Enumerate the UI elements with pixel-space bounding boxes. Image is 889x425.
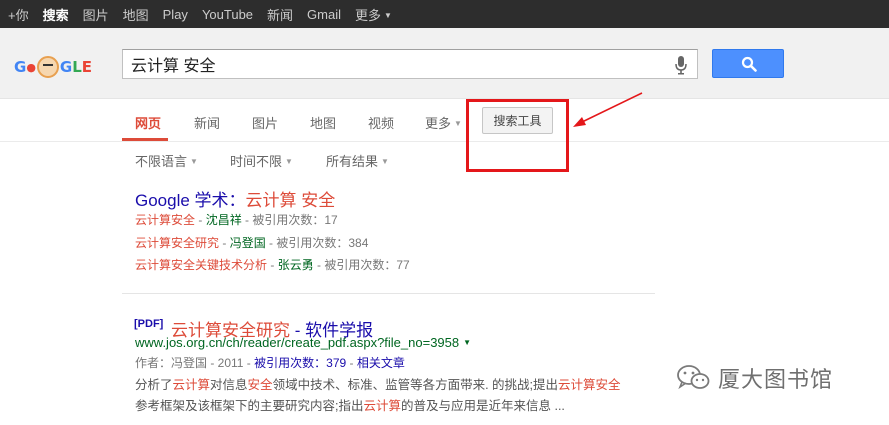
tab-images[interactable]: 图片 [252,113,278,132]
scholar-item-author[interactable]: 沈昌祥 [206,213,242,227]
caret-down-icon: ▼ [384,10,392,20]
tab-more-label: 更多 [425,116,452,131]
snippet-text: 领域中技术、标准、监管等各方面带来. 的挑战;提出 [272,378,558,392]
tab-maps[interactable]: 地图 [310,113,336,132]
filter-time[interactable]: 时间不限 ▼ [230,151,293,170]
scholar-item-author[interactable]: 张云勇 [278,258,314,272]
cited-by-link[interactable]: 被引用次数：379 [254,356,346,370]
scholar-item-author[interactable]: 冯登国 [230,236,266,250]
microphone-icon[interactable] [674,55,688,75]
scholar-result-title[interactable]: Google 学术：云计算 安全 [135,186,335,211]
search-header: G ● G L E [0,28,889,99]
scholar-item-cited: - 被引用次数：17 [241,213,338,227]
result-snippet-line-2: 参考框架及该框架下的主要研究内容;指出云计算的普及与应用是近年来信息 ... [135,395,565,414]
topbar-maps[interactable]: 地图 [123,5,149,24]
scholar-item-sep: - [219,236,230,250]
tab-web[interactable]: 网页 [135,113,161,132]
result-meta-prefix: 作者：冯登国 - 2011 - [135,356,255,370]
topbar-news[interactable]: 新闻 [267,5,293,24]
snippet-text: 分析了 [135,378,173,392]
topbar-gmail[interactable]: Gmail [307,7,341,22]
snippet-highlight: 云计算 [172,378,211,392]
logo-letter-l: L [72,58,82,76]
watermark-text: 厦大图书馆 [718,368,834,393]
filter-results[interactable]: 所有结果 ▼ [326,151,389,170]
topbar-search[interactable]: 搜索 [43,5,69,24]
scholar-item-cited: - 被引用次数：77 [313,258,410,272]
topbar-more[interactable]: 更多 ▼ [355,5,392,24]
filter-language-label: 不限语言 [135,154,188,169]
search-input[interactable] [131,53,661,75]
search-tabs: 网页 新闻 图片 地图 视频 更多 ▼ [0,100,889,142]
tab-more[interactable]: 更多 ▼ [425,113,462,132]
search-box [122,49,698,79]
result-meta: 作者：冯登国 - 2011 - 被引用次数：379 - 相关文章 [135,354,405,371]
filter-language[interactable]: 不限语言 ▼ [135,151,198,170]
snippet-text: 参考框架及该框架下的主要研究内容;指出 [135,399,364,413]
topbar-youtube[interactable]: YouTube [202,7,253,22]
snippet-highlight: 云计算 [363,399,401,413]
scholar-title-query: 云计算 安全 [245,191,336,210]
scholar-item-title[interactable]: 云计算安全 [135,213,195,227]
search-button[interactable] [712,49,784,78]
topbar-play[interactable]: Play [163,7,188,22]
caret-down-icon: ▼ [381,157,389,166]
result-url: www.jos.org.cn/ch/reader/create_pdf.aspx… [135,335,471,350]
google-doodle-logo[interactable]: G ● G L E [14,53,110,81]
result-snippet-line-1: 分析了云计算对信息安全领域中技术、标准、监管等各方面带来. 的挑战;提出云计算安… [135,374,621,393]
top-bar-links: +你 搜索 图片 地图 Play YouTube 新闻 Gmail 更多 ▼ [8,0,392,28]
annotation-highlight-box [466,99,569,172]
scholar-title-prefix: Google 学术： [135,191,246,210]
annotation-arrow-icon [573,92,643,127]
scholar-item: 云计算安全研究 - 冯登国 - 被引用次数：384 [135,234,368,251]
magnifier-icon [741,56,757,72]
pdf-tag: [PDF] [134,318,164,330]
watermark: 厦大图书馆 [676,362,833,394]
topbar-images[interactable]: 图片 [83,5,109,24]
scholar-item-title[interactable]: 云计算安全关键技术分析 [135,258,267,272]
google-top-bar: +你 搜索 图片 地图 Play YouTube 新闻 Gmail 更多 ▼ [0,0,889,28]
scholar-item-cited: - 被引用次数：384 [265,236,369,250]
result-url-text: www.jos.org.cn/ch/reader/create_pdf.aspx… [135,335,460,350]
caret-down-icon: ▼ [454,119,462,128]
wechat-icon [677,365,710,390]
doodle-face-icon [36,56,59,78]
result-meta-sep: - [346,356,357,370]
tab-videos[interactable]: 视频 [368,113,394,132]
logo-dots: ● [26,60,36,74]
snippet-text: 对信息 [210,378,248,392]
logo-letter-g2: G [59,58,73,76]
scholar-item-title[interactable]: 云计算安全研究 [135,236,219,250]
topbar-more-label: 更多 [355,7,382,23]
filter-results-label: 所有结果 [326,154,379,169]
snippet-highlight: 云计算安全 [557,378,621,392]
scholar-item: 云计算安全关键技术分析 - 张云勇 - 被引用次数：77 [135,256,410,273]
scholar-item-sep: - [267,258,278,272]
topbar-plus-you[interactable]: +你 [8,5,29,24]
caret-down-icon: ▼ [190,157,198,166]
url-options-caret-icon[interactable]: ▼ [463,338,471,347]
scholar-item: 云计算安全 - 沈昌祥 - 被引用次数：17 [135,211,338,228]
logo-letter-e: E [81,58,93,76]
snippet-text: 的普及与应用是近年来信息 ... [401,399,565,413]
scholar-item-sep: - [195,213,206,227]
snippet-highlight: 安全 [247,378,273,392]
active-tab-underline [122,138,168,141]
caret-down-icon: ▼ [285,157,293,166]
search-results-page: +你 搜索 图片 地图 Play YouTube 新闻 Gmail 更多 ▼ G … [0,0,889,425]
related-articles-link[interactable]: 相关文章 [357,356,405,370]
tab-news[interactable]: 新闻 [194,113,220,132]
logo-letter-g: G [14,58,27,76]
filter-time-label: 时间不限 [230,154,283,169]
results-divider [122,293,655,294]
